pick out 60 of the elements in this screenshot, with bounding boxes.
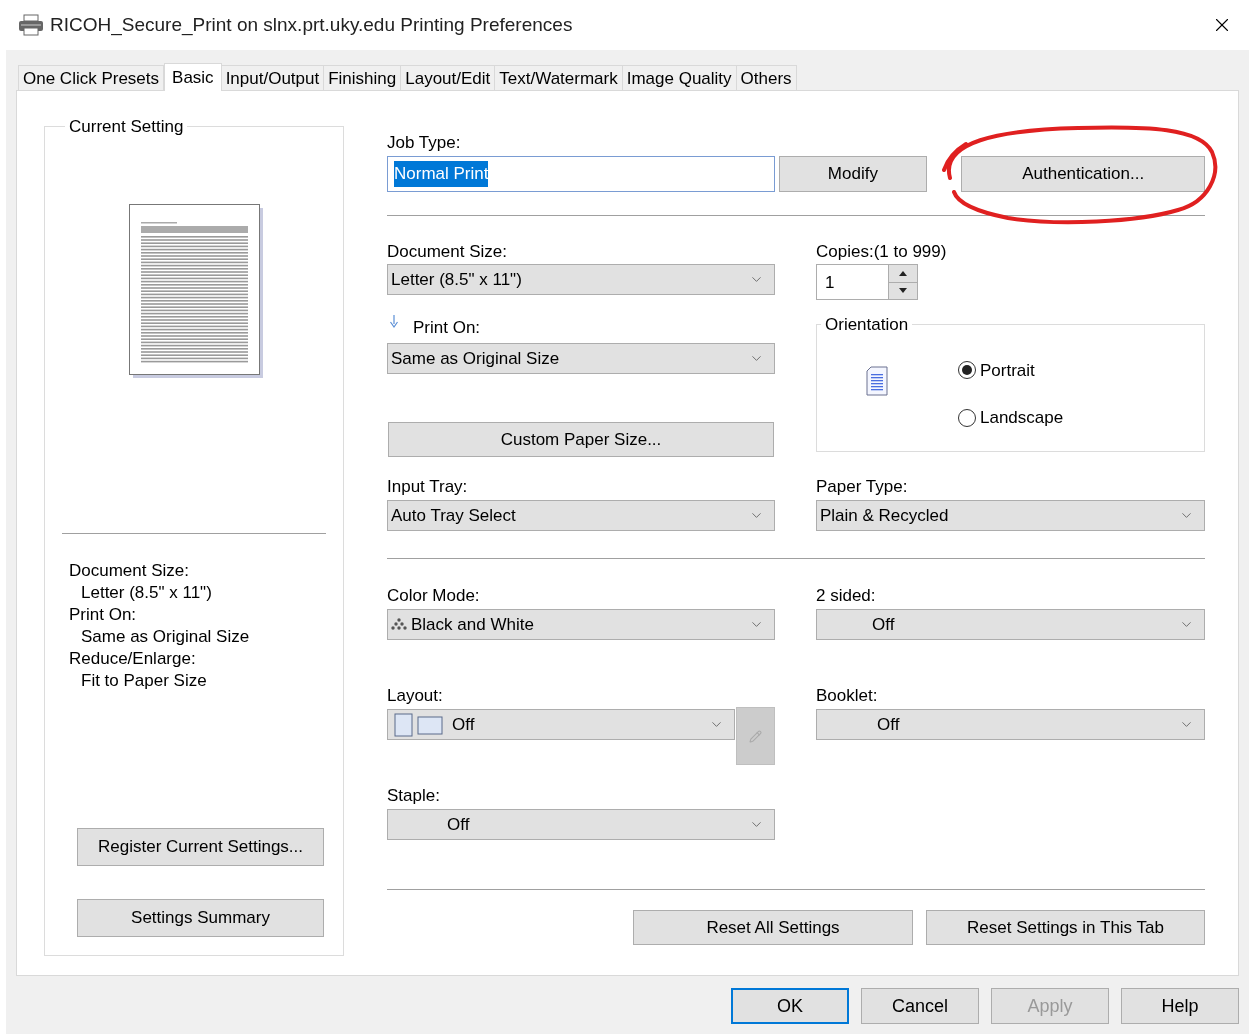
summary-label: Reduce/Enlarge: [69,647,197,670]
custom-paper-size-button[interactable]: Custom Paper Size... [388,422,774,457]
radio-label: Portrait [980,359,1035,382]
group-title: Current Setting [69,117,184,136]
field-label: Layout: [387,686,443,705]
dots-icon [391,618,407,631]
settings-summary-button[interactable]: Settings Summary [77,899,324,937]
job-type-field[interactable]: Normal Print [387,156,775,192]
tab[interactable]: One Click Presets [18,65,165,90]
two-sided-select[interactable]: Off [816,609,1205,640]
pencil-icon [749,729,762,743]
field-label: Document Size: [387,242,507,261]
field-label: Staple: [387,786,440,805]
register-settings-button[interactable]: Register Current Settings... [77,828,324,866]
tab[interactable]: Image Quality [621,65,737,90]
dialog-button[interactable]: OK [731,988,849,1024]
dialog-button[interactable]: Help [1121,988,1239,1024]
tab[interactable]: Basic [164,63,222,91]
field-label: Booklet: [816,686,878,705]
staple-select[interactable]: Off [387,809,775,840]
field-label: 2 sided: [816,586,876,605]
field-label: Print On: [413,317,481,339]
authentication-button[interactable]: Authentication... [961,156,1205,192]
summary-label: Document Size: [69,559,190,582]
print-on-select[interactable]: Same as Original Size [387,343,775,374]
field-label: Input Tray: [387,477,468,496]
copies-spinner[interactable]: 1 [816,264,918,300]
dialog-button[interactable]: Cancel [861,988,979,1024]
up-arrow-icon[interactable] [899,270,907,276]
summary-value: Same as Original Size [80,625,251,648]
tab[interactable]: Finishing [323,65,402,90]
booklet-select[interactable]: Off [816,709,1205,740]
summary-label: Print On: [69,603,138,626]
reset-all-button[interactable]: Reset All Settings [633,910,913,945]
color-mode-select[interactable]: Black and White [387,609,775,640]
paper-type-select[interactable]: Plain & Recycled [816,500,1205,531]
modify-button[interactable]: Modify [778,156,928,192]
group-title: Orientation [825,315,909,334]
radio-button[interactable] [958,408,976,427]
field-label: Paper Type: [816,477,908,496]
window-title: RICOH_Secure_Print on slnx.prt.uky.edu Printing Preferences [50,12,573,38]
arrow-down-icon [389,315,399,329]
reset-tab-button[interactable]: Reset Settings in This Tab [926,910,1205,945]
tab[interactable]: Input/Output [220,65,325,90]
summary-value: Letter (8.5" x 11") [80,581,213,604]
input-tray-select[interactable]: Auto Tray Select [387,500,775,531]
tab[interactable]: Layout/Edit [400,65,496,90]
layout-select[interactable]: Off [387,709,735,740]
field-label: Color Mode: [387,586,480,605]
down-arrow-icon[interactable] [899,288,907,294]
tab[interactable]: Others [735,65,797,90]
page-layout-icon [394,712,446,737]
printer-icon [18,14,44,36]
document-size-select[interactable]: Letter (8.5" x 11") [387,264,775,295]
radio-button[interactable] [958,361,976,380]
field-label: Job Type: [387,133,461,152]
page-icon [866,365,888,396]
radio-label: Landscape [980,407,1064,429]
field-label: Copies:(1 to 999) [816,242,947,261]
summary-value: Fit to Paper Size [80,669,208,692]
